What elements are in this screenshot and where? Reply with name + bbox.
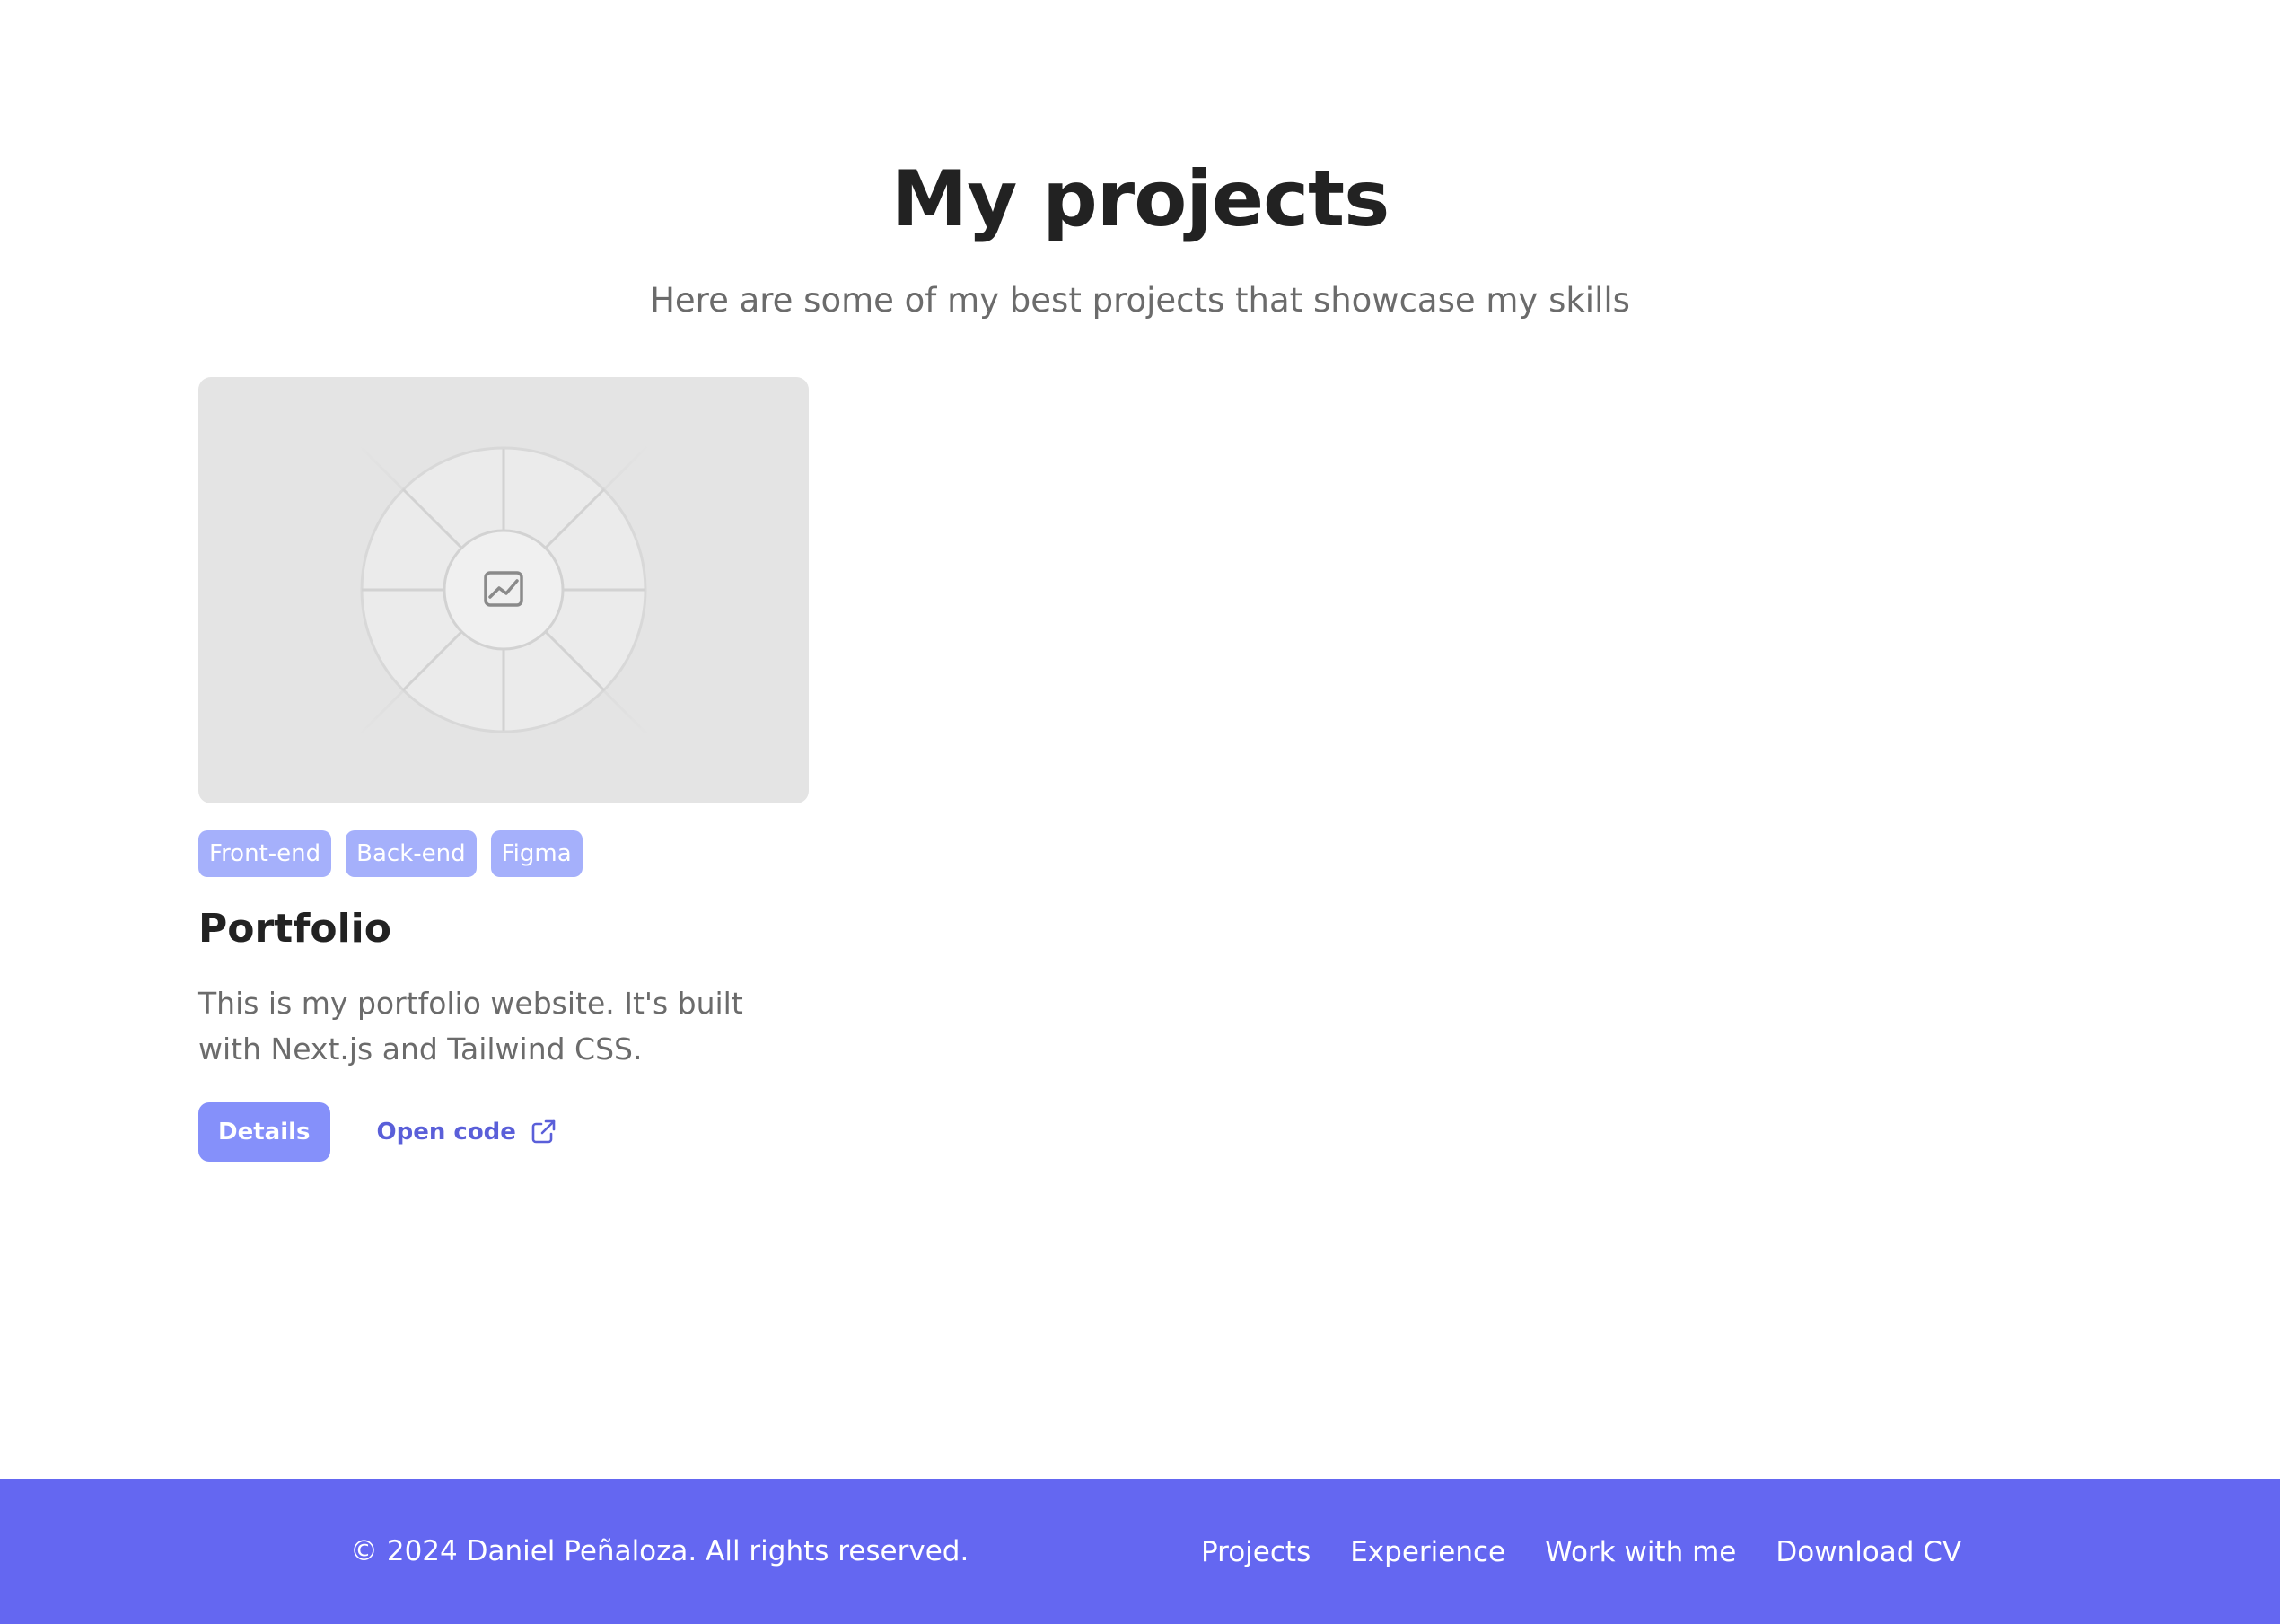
open-code-label: Open code [376, 1119, 516, 1146]
footer-link-experience[interactable]: Experience [1350, 1536, 1505, 1568]
footer-link-download-cv[interactable]: Download CV [1776, 1536, 1961, 1568]
project-description: This is my portfolio website. It's built… [198, 986, 743, 1067]
tag-front-end: Front-end [198, 830, 332, 877]
section-title: My projects [890, 154, 1390, 244]
external-link-icon [531, 1119, 556, 1144]
footer-copyright: © 2024 Daniel Peñaloza. All rights reser… [350, 1535, 969, 1567]
open-code-link[interactable]: Open code [377, 1118, 557, 1146]
details-button[interactable]: Details [198, 1102, 330, 1162]
tag-back-end: Back-end [346, 830, 477, 877]
tag-figma: Figma [490, 830, 583, 877]
footer-link-projects[interactable]: Projects [1201, 1536, 1311, 1568]
footer-link-work-with-me[interactable]: Work with me [1545, 1536, 1736, 1568]
projects-page: My projects Here are some of my best pro… [0, 0, 2280, 1624]
project-actions: Details Open code [198, 1102, 557, 1162]
project-title: Portfolio [198, 906, 391, 952]
image-placeholder-icon [484, 571, 523, 607]
footer: © 2024 Daniel Peñaloza. All rights reser… [0, 1479, 2280, 1624]
section-subtitle: Here are some of my best projects that s… [650, 281, 1630, 320]
project-image-placeholder [198, 377, 809, 803]
footer-nav: Projects Experience Work with me Downloa… [1201, 1479, 1961, 1624]
project-card: Front-end Back-end Figma Portfolio This … [198, 377, 809, 1162]
project-tags: Front-end Back-end Figma [198, 830, 583, 877]
